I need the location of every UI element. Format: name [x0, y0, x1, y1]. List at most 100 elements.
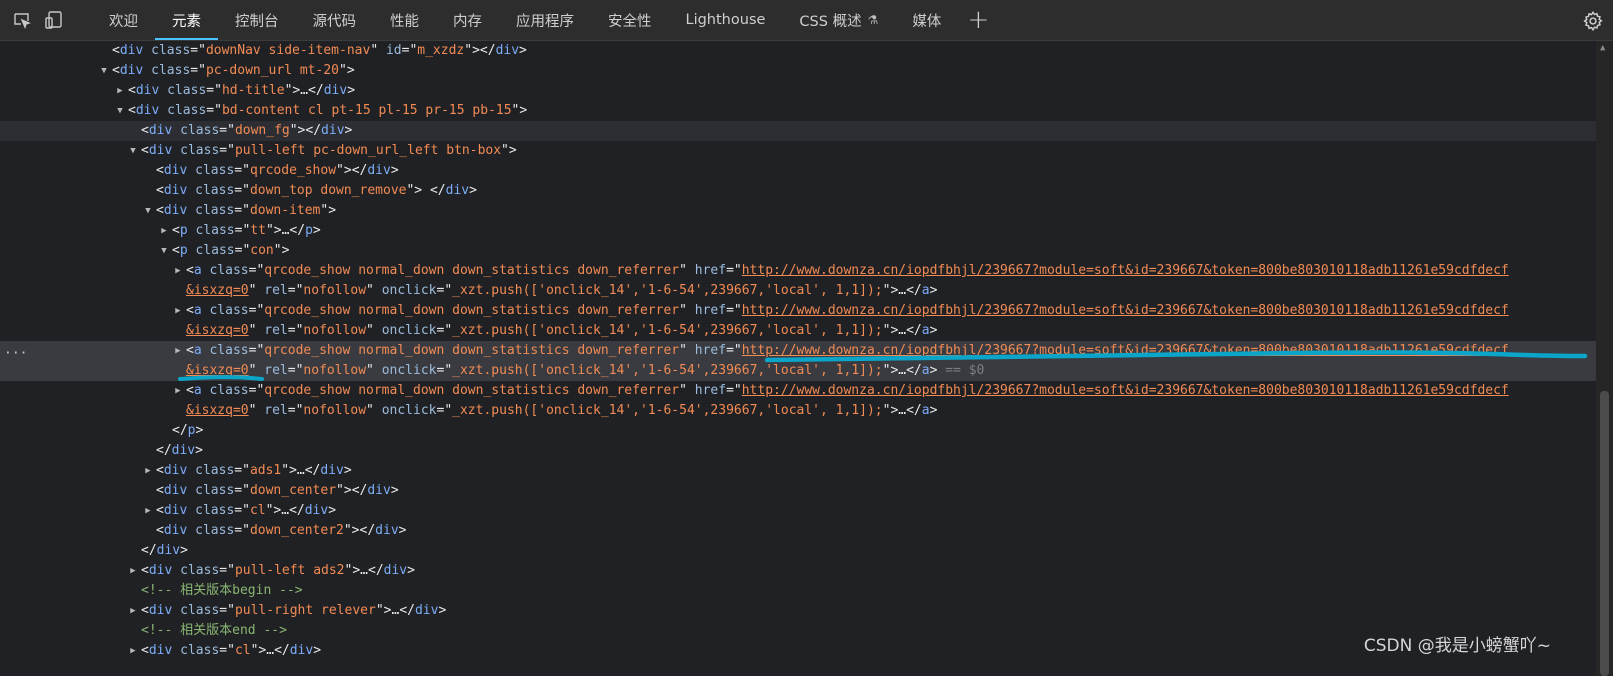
dom-tree-row[interactable]: ▶ <a class="qrcode_show normal_down down_…	[0, 301, 1596, 321]
href-link[interactable]: http://www.downza.cn/iopdfbhjl/239667?mo…	[742, 343, 1509, 358]
dom-tree-row[interactable]: ▶ <div class="cl">…</div>	[0, 641, 1596, 661]
tag-name: div	[163, 163, 188, 178]
dom-tree-row[interactable]: &isxzq=0" rel="nofollow" onclick="_xzt.p…	[0, 401, 1596, 421]
href-link[interactable]: &isxzq=0	[186, 363, 249, 378]
dom-tree-row[interactable]: ▼ <div class="pull-left pc-down_url_left …	[0, 141, 1596, 161]
dom-tree-row[interactable]: ▶ <div class="pull-right relever">…</div>	[0, 601, 1596, 621]
dom-tree-row[interactable]: <div class="qrcode_show"></div>	[0, 161, 1596, 181]
dom-tree-row[interactable]: ▶ <div class="pull-left ads2">…</div>	[0, 561, 1596, 581]
code-token: …	[898, 363, 907, 378]
code-token: <	[186, 303, 194, 318]
code-token: ="	[248, 263, 265, 278]
dom-tree-row[interactable]: </div>	[0, 541, 1596, 561]
dom-tree-row[interactable]: ▶ <a class="qrcode_show normal_down down_…	[0, 261, 1596, 281]
dom-tree-row[interactable]: &isxzq=0" rel="nofollow" onclick="_xzt.p…	[0, 361, 1596, 381]
expand-arrow-open-icon[interactable]: ▼	[159, 241, 169, 261]
dom-tree-row[interactable]: <div class="down_top down_remove"> </div…	[0, 181, 1596, 201]
dom-tree-row[interactable]: ▶ <p class="tt">…</p>	[0, 221, 1596, 241]
tab-6[interactable]: 应用程序	[499, 0, 591, 40]
dom-tree-row[interactable]: <div class="down_center"></div>	[0, 481, 1596, 501]
href-link[interactable]: &isxzq=0	[186, 283, 249, 298]
tab-9[interactable]: CSS 概述 ⚗	[782, 0, 895, 40]
expand-arrow-closed-icon[interactable]: ▶	[128, 561, 138, 581]
dom-tree-row[interactable]: <!-- 相关版本end -->	[0, 621, 1596, 641]
expand-arrow-closed-icon[interactable]: ▶	[173, 261, 183, 281]
dom-tree-row[interactable]: </p>	[0, 421, 1596, 441]
code-token: ="	[726, 263, 742, 278]
dom-tree-row[interactable]: ▶ <div class="cl">…</div>	[0, 501, 1596, 521]
code-token: "	[248, 283, 265, 298]
expand-arrow-open-icon[interactable]: ▼	[99, 61, 109, 81]
expand-arrow-closed-icon[interactable]: ▶	[115, 81, 125, 101]
tab-0[interactable]: 欢迎	[92, 0, 155, 40]
code-token: "	[248, 363, 265, 378]
href-link[interactable]: http://www.downza.cn/iopdfbhjl/239667?mo…	[742, 303, 1509, 318]
code-token: "	[366, 323, 382, 338]
elements-dom-tree: <div class="downNav side-item-nav" id="m…	[0, 41, 1596, 676]
tag-name: a	[921, 403, 930, 418]
scroll-up-arrow-icon[interactable]: ▲	[1600, 43, 1605, 53]
plus-icon[interactable]: +	[958, 0, 998, 40]
expand-arrow-open-icon[interactable]: ▼	[143, 201, 153, 221]
href-link[interactable]: http://www.downza.cn/iopdfbhjl/239667?mo…	[742, 383, 1509, 398]
expand-arrow-open-icon[interactable]: ▼	[128, 141, 138, 161]
dom-tree-row[interactable]: ▼ <div class="down-item">	[0, 201, 1596, 221]
tab-label: 控制台	[235, 13, 279, 30]
expand-arrow-closed-icon[interactable]: ▶	[173, 381, 183, 401]
device-toggle-icon[interactable]	[38, 0, 70, 40]
dom-tree-row[interactable]: ▶ <a class="qrcode_show normal_down down_…	[0, 381, 1596, 401]
tab-1[interactable]: 元素	[155, 0, 218, 40]
expand-arrow-closed-icon[interactable]: ▶	[173, 301, 183, 321]
code-token: ="	[219, 563, 235, 578]
code-token: <	[141, 123, 149, 138]
code-token: ">	[882, 323, 899, 338]
code-token: …	[281, 503, 290, 518]
tab-5[interactable]: 内存	[436, 0, 499, 40]
expand-arrow-closed-icon[interactable]: ▶	[159, 221, 169, 241]
code-token: ">	[281, 463, 297, 478]
dom-tree-row[interactable]: <!-- 相关版本begin -->	[0, 581, 1596, 601]
dom-tree-row[interactable]: &isxzq=0" rel="nofollow" onclick="_xzt.p…	[0, 321, 1596, 341]
dom-tree-row[interactable]: ▼ <div class="bd-content cl pt-15 pl-15 p…	[0, 101, 1596, 121]
expand-arrow-closed-icon[interactable]: ▶	[143, 501, 153, 521]
code-token: </	[308, 83, 324, 98]
dom-tree-row[interactable]: </div>	[0, 441, 1596, 461]
dom-node-text: <!-- 相关版本end -->	[141, 621, 287, 641]
code-token: ">	[375, 603, 392, 618]
attribute-name: rel	[264, 403, 288, 418]
dom-tree-row[interactable]: ▼ <div class="pc-down_url mt-20">	[0, 61, 1596, 81]
code-token: <	[186, 263, 194, 278]
code-token: >	[343, 463, 352, 478]
href-link[interactable]: http://www.downza.cn/iopdfbhjl/239667?mo…	[742, 263, 1509, 278]
code-token: >	[328, 503, 337, 518]
expand-arrow-open-icon[interactable]: ▼	[115, 101, 125, 121]
dom-tree-row[interactable]: ▼ <p class="con">	[0, 241, 1596, 261]
vertical-scrollbar[interactable]: ▲	[1596, 41, 1613, 676]
expand-arrow-closed-icon[interactable]: ▶	[143, 461, 153, 481]
dom-tree-row[interactable]: ··· ▶ <a class="qrcode_show normal_down do…	[0, 341, 1596, 361]
dom-tree-row[interactable]: <div class="down_fg"></div>	[0, 121, 1596, 141]
tab-10[interactable]: 媒体	[895, 0, 958, 40]
attribute-value: qrcode_show normal_down down_statistics …	[264, 383, 680, 398]
dom-tree-row[interactable]: <div class="down_center2"></div>	[0, 521, 1596, 541]
inspect-element-icon[interactable]	[6, 0, 38, 40]
scrollbar-thumb[interactable]	[1600, 391, 1609, 676]
tab-8[interactable]: Lighthouse	[669, 0, 783, 40]
dom-tree-row[interactable]: ▶ <div class="ads1">…</div>	[0, 461, 1596, 481]
href-link[interactable]: &isxzq=0	[186, 403, 249, 418]
code-token: >	[195, 423, 204, 438]
tab-3[interactable]: 源代码	[296, 0, 374, 40]
expand-arrow-closed-icon[interactable]: ▶	[173, 341, 183, 361]
dom-tree-row[interactable]: &isxzq=0" rel="nofollow" onclick="_xzt.p…	[0, 281, 1596, 301]
dom-tree-row[interactable]: ▶ <div class="hd-title">…</div>	[0, 81, 1596, 101]
code-token: >	[390, 483, 399, 498]
gear-icon[interactable]	[1573, 0, 1613, 41]
expand-arrow-closed-icon[interactable]: ▶	[128, 641, 138, 661]
tab-4[interactable]: 性能	[373, 0, 436, 40]
tab-2[interactable]: 控制台	[218, 0, 296, 40]
dom-tree-row[interactable]: <div class="downNav side-item-nav" id="m…	[0, 41, 1596, 61]
href-link[interactable]: &isxzq=0	[186, 323, 249, 338]
expand-arrow-closed-icon[interactable]: ▶	[128, 601, 138, 621]
tab-7[interactable]: 安全性	[591, 0, 669, 40]
